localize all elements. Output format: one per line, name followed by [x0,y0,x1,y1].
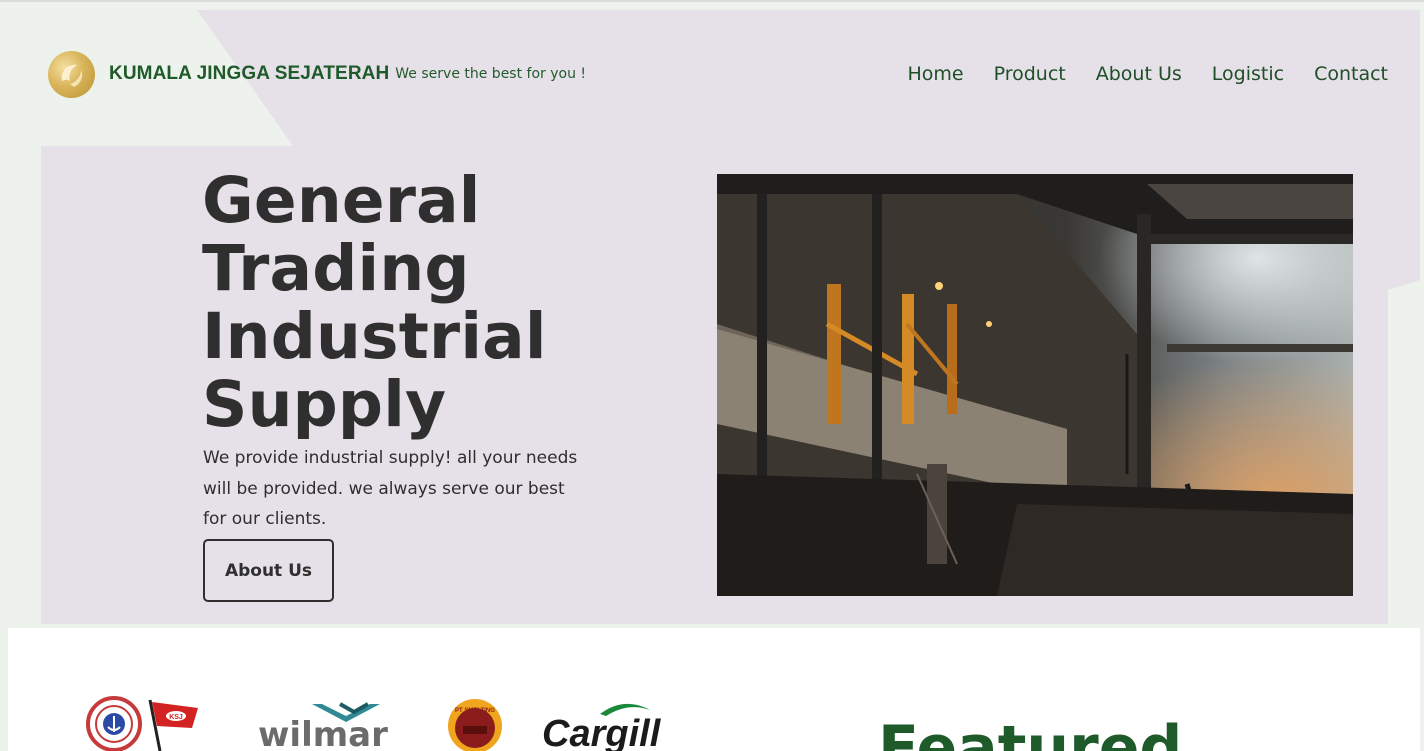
nav-product-link[interactable]: Product [994,63,1066,85]
brand-name[interactable]: KUMALA JINGGA SEJATERAH [109,63,389,85]
industrial-plant-photo [717,174,1353,596]
hero-title: General Trading Industrial Supply [202,167,622,439]
pt-smelting-logo: PT SMELTING [445,698,507,751]
nav-about-us-link[interactable]: About Us [1096,63,1182,85]
hero-title-line: Supply [202,368,447,441]
hero-description: We provide industrial supply! all your n… [203,448,578,529]
nav-logistic-link[interactable]: Logistic [1212,63,1284,85]
partner-emblem-text: KSJ [169,714,183,721]
featured-heading: Featured [878,713,1183,751]
cargill-logo-text: Cargill [542,713,662,751]
wilmar-logo: wilmar [258,698,408,751]
cargill-logo: Cargill [540,698,665,751]
partners-section: KSJ wilmar PT SMELTING Cargill [8,628,1420,751]
site-header: KUMALA JINGGA SEJATERAH We serve the bes… [48,50,1388,98]
nav-contact-link[interactable]: Contact [1314,63,1388,85]
hero-title-line: General [202,164,481,237]
hero-title-line: Trading [202,232,470,305]
gold-leaf-logo-icon[interactable] [48,50,95,98]
nav-home-link[interactable]: Home [908,63,964,85]
anchor-emblem-flag-logo: KSJ [84,694,204,751]
wilmar-logo-text: wilmar [258,715,388,751]
hero-title-line: Industrial [202,300,547,373]
main-nav: Home Product About Us Logistic Contact [908,63,1389,85]
about-us-button[interactable]: About Us [203,539,334,602]
pt-smelting-text: PT SMELTING [455,708,495,714]
brand-tagline: We serve the best for you ! [395,66,587,82]
